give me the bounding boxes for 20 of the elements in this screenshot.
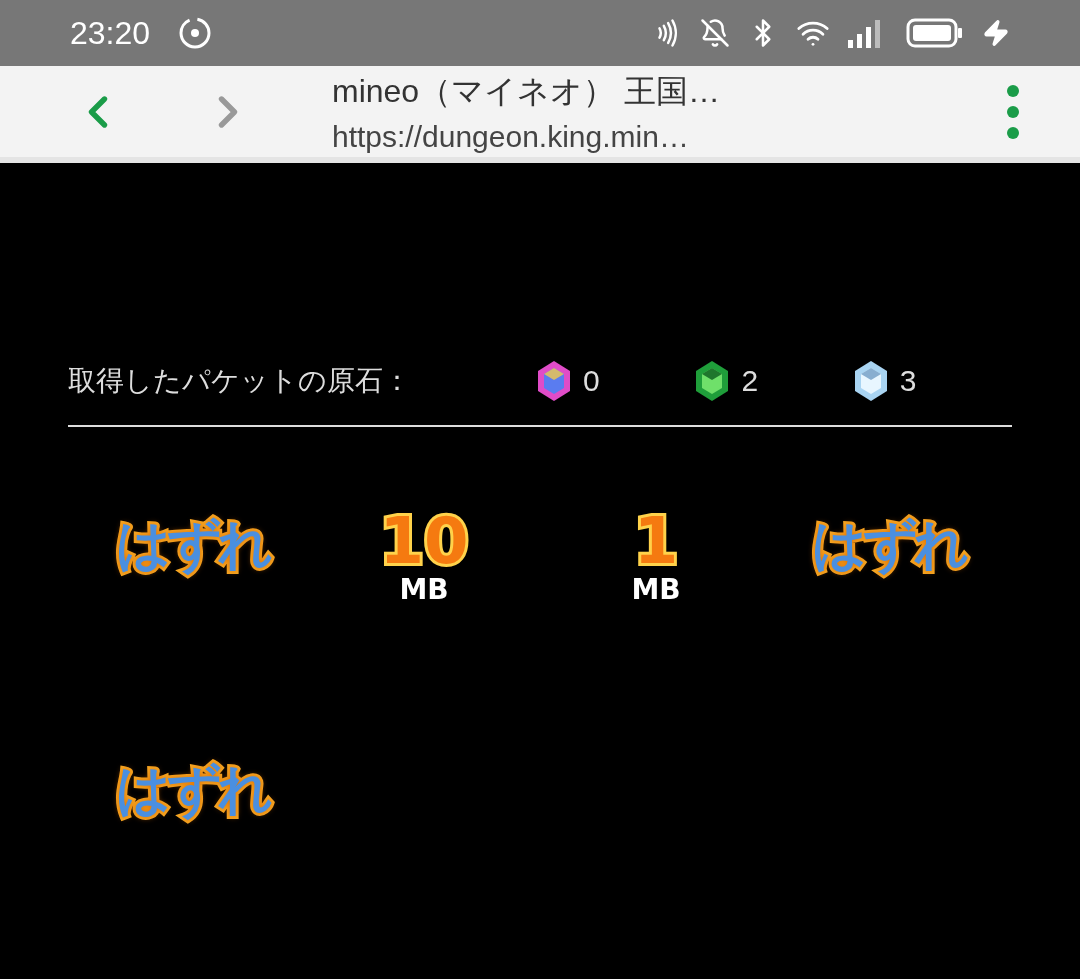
bell-off-icon (700, 18, 730, 49)
status-time: 23:20 (70, 14, 151, 52)
page-url[interactable]: https://dungeon.king.min… (332, 119, 1006, 154)
more-vertical-icon (1006, 83, 1020, 140)
stone-count: 3 (899, 364, 917, 398)
prize-amount: 1 (633, 509, 679, 573)
prize-amount: 10 (379, 509, 469, 573)
hotspot-icon (178, 16, 213, 51)
gem-icon (537, 360, 572, 402)
stones-label: 取得したパケットの原石： (68, 363, 412, 399)
page-title: mineo（マイネオ） 王国… (332, 71, 722, 111)
battery-icon (906, 18, 964, 49)
prize-unit: MB (399, 573, 449, 606)
stone-count: 2 (741, 364, 759, 398)
gem-icon (853, 360, 888, 402)
gem-icon (695, 360, 730, 402)
stone-count: 0 (583, 364, 600, 398)
menu-button[interactable] (1006, 83, 1020, 140)
charging-icon (982, 19, 1010, 48)
prize-unit: MB (631, 573, 681, 606)
